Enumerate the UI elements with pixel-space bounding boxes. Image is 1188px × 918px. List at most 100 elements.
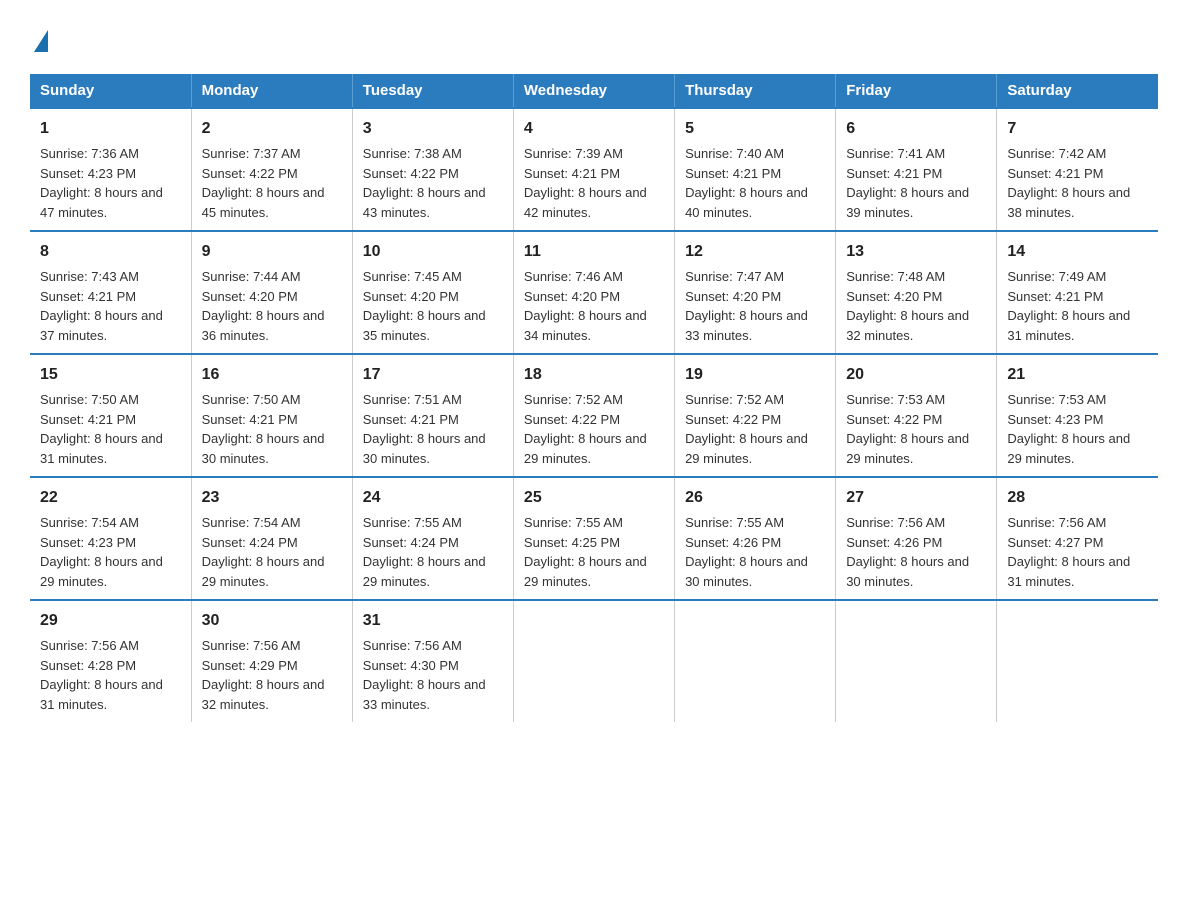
calendar-cell xyxy=(836,600,997,722)
calendar-cell: 1 Sunrise: 7:36 AMSunset: 4:23 PMDayligh… xyxy=(30,108,191,231)
day-info: Sunrise: 7:56 AMSunset: 4:26 PMDaylight:… xyxy=(846,515,969,589)
calendar-cell: 25 Sunrise: 7:55 AMSunset: 4:25 PMDaylig… xyxy=(513,477,674,600)
day-info: Sunrise: 7:52 AMSunset: 4:22 PMDaylight:… xyxy=(524,392,647,466)
day-info: Sunrise: 7:43 AMSunset: 4:21 PMDaylight:… xyxy=(40,269,163,343)
calendar-cell: 18 Sunrise: 7:52 AMSunset: 4:22 PMDaylig… xyxy=(513,354,674,477)
calendar-cell: 26 Sunrise: 7:55 AMSunset: 4:26 PMDaylig… xyxy=(675,477,836,600)
day-info: Sunrise: 7:48 AMSunset: 4:20 PMDaylight:… xyxy=(846,269,969,343)
calendar-cell: 28 Sunrise: 7:56 AMSunset: 4:27 PMDaylig… xyxy=(997,477,1158,600)
header-sunday: Sunday xyxy=(30,74,191,108)
header-friday: Friday xyxy=(836,74,997,108)
day-info: Sunrise: 7:52 AMSunset: 4:22 PMDaylight:… xyxy=(685,392,808,466)
day-info: Sunrise: 7:55 AMSunset: 4:26 PMDaylight:… xyxy=(685,515,808,589)
week-row-5: 29 Sunrise: 7:56 AMSunset: 4:28 PMDaylig… xyxy=(30,600,1158,722)
header-wednesday: Wednesday xyxy=(513,74,674,108)
day-number: 13 xyxy=(846,240,986,264)
calendar-cell: 5 Sunrise: 7:40 AMSunset: 4:21 PMDayligh… xyxy=(675,108,836,231)
calendar-cell xyxy=(675,600,836,722)
day-number: 3 xyxy=(363,117,503,141)
day-info: Sunrise: 7:36 AMSunset: 4:23 PMDaylight:… xyxy=(40,146,163,220)
calendar-cell: 22 Sunrise: 7:54 AMSunset: 4:23 PMDaylig… xyxy=(30,477,191,600)
day-info: Sunrise: 7:54 AMSunset: 4:23 PMDaylight:… xyxy=(40,515,163,589)
week-row-1: 1 Sunrise: 7:36 AMSunset: 4:23 PMDayligh… xyxy=(30,108,1158,231)
calendar-cell: 10 Sunrise: 7:45 AMSunset: 4:20 PMDaylig… xyxy=(352,231,513,354)
calendar-cell: 7 Sunrise: 7:42 AMSunset: 4:21 PMDayligh… xyxy=(997,108,1158,231)
day-info: Sunrise: 7:50 AMSunset: 4:21 PMDaylight:… xyxy=(40,392,163,466)
day-number: 15 xyxy=(40,363,181,387)
calendar-cell: 13 Sunrise: 7:48 AMSunset: 4:20 PMDaylig… xyxy=(836,231,997,354)
calendar-cell: 14 Sunrise: 7:49 AMSunset: 4:21 PMDaylig… xyxy=(997,231,1158,354)
day-number: 27 xyxy=(846,486,986,510)
day-info: Sunrise: 7:51 AMSunset: 4:21 PMDaylight:… xyxy=(363,392,486,466)
calendar-cell: 12 Sunrise: 7:47 AMSunset: 4:20 PMDaylig… xyxy=(675,231,836,354)
calendar-cell: 9 Sunrise: 7:44 AMSunset: 4:20 PMDayligh… xyxy=(191,231,352,354)
header-monday: Monday xyxy=(191,74,352,108)
week-row-3: 15 Sunrise: 7:50 AMSunset: 4:21 PMDaylig… xyxy=(30,354,1158,477)
day-number: 1 xyxy=(40,117,181,141)
header-thursday: Thursday xyxy=(675,74,836,108)
day-info: Sunrise: 7:47 AMSunset: 4:20 PMDaylight:… xyxy=(685,269,808,343)
day-info: Sunrise: 7:44 AMSunset: 4:20 PMDaylight:… xyxy=(202,269,325,343)
day-info: Sunrise: 7:56 AMSunset: 4:28 PMDaylight:… xyxy=(40,638,163,712)
day-info: Sunrise: 7:50 AMSunset: 4:21 PMDaylight:… xyxy=(202,392,325,466)
day-number: 6 xyxy=(846,117,986,141)
calendar-cell xyxy=(997,600,1158,722)
day-number: 10 xyxy=(363,240,503,264)
day-number: 9 xyxy=(202,240,342,264)
header xyxy=(30,20,1158,54)
day-info: Sunrise: 7:56 AMSunset: 4:27 PMDaylight:… xyxy=(1007,515,1130,589)
calendar-cell: 29 Sunrise: 7:56 AMSunset: 4:28 PMDaylig… xyxy=(30,600,191,722)
day-info: Sunrise: 7:53 AMSunset: 4:23 PMDaylight:… xyxy=(1007,392,1130,466)
day-info: Sunrise: 7:38 AMSunset: 4:22 PMDaylight:… xyxy=(363,146,486,220)
calendar-cell: 4 Sunrise: 7:39 AMSunset: 4:21 PMDayligh… xyxy=(513,108,674,231)
day-number: 14 xyxy=(1007,240,1148,264)
day-number: 24 xyxy=(363,486,503,510)
day-number: 22 xyxy=(40,486,181,510)
calendar-cell: 23 Sunrise: 7:54 AMSunset: 4:24 PMDaylig… xyxy=(191,477,352,600)
header-tuesday: Tuesday xyxy=(352,74,513,108)
calendar-cell: 3 Sunrise: 7:38 AMSunset: 4:22 PMDayligh… xyxy=(352,108,513,231)
day-number: 17 xyxy=(363,363,503,387)
day-info: Sunrise: 7:39 AMSunset: 4:21 PMDaylight:… xyxy=(524,146,647,220)
day-number: 4 xyxy=(524,117,664,141)
day-number: 8 xyxy=(40,240,181,264)
day-number: 2 xyxy=(202,117,342,141)
day-number: 23 xyxy=(202,486,342,510)
day-number: 25 xyxy=(524,486,664,510)
day-info: Sunrise: 7:55 AMSunset: 4:24 PMDaylight:… xyxy=(363,515,486,589)
calendar-cell: 15 Sunrise: 7:50 AMSunset: 4:21 PMDaylig… xyxy=(30,354,191,477)
day-number: 12 xyxy=(685,240,825,264)
calendar-cell: 19 Sunrise: 7:52 AMSunset: 4:22 PMDaylig… xyxy=(675,354,836,477)
header-saturday: Saturday xyxy=(997,74,1158,108)
day-number: 18 xyxy=(524,363,664,387)
day-number: 26 xyxy=(685,486,825,510)
day-number: 11 xyxy=(524,240,664,264)
calendar-cell: 17 Sunrise: 7:51 AMSunset: 4:21 PMDaylig… xyxy=(352,354,513,477)
day-number: 31 xyxy=(363,609,503,633)
logo-triangle-icon xyxy=(34,30,48,52)
calendar-cell xyxy=(513,600,674,722)
calendar-cell: 8 Sunrise: 7:43 AMSunset: 4:21 PMDayligh… xyxy=(30,231,191,354)
day-info: Sunrise: 7:42 AMSunset: 4:21 PMDaylight:… xyxy=(1007,146,1130,220)
calendar-cell: 31 Sunrise: 7:56 AMSunset: 4:30 PMDaylig… xyxy=(352,600,513,722)
day-info: Sunrise: 7:55 AMSunset: 4:25 PMDaylight:… xyxy=(524,515,647,589)
calendar-cell: 2 Sunrise: 7:37 AMSunset: 4:22 PMDayligh… xyxy=(191,108,352,231)
day-info: Sunrise: 7:46 AMSunset: 4:20 PMDaylight:… xyxy=(524,269,647,343)
calendar-cell: 16 Sunrise: 7:50 AMSunset: 4:21 PMDaylig… xyxy=(191,354,352,477)
day-number: 30 xyxy=(202,609,342,633)
calendar-cell: 27 Sunrise: 7:56 AMSunset: 4:26 PMDaylig… xyxy=(836,477,997,600)
calendar-table: SundayMondayTuesdayWednesdayThursdayFrid… xyxy=(30,74,1158,722)
calendar-cell: 30 Sunrise: 7:56 AMSunset: 4:29 PMDaylig… xyxy=(191,600,352,722)
calendar-cell: 20 Sunrise: 7:53 AMSunset: 4:22 PMDaylig… xyxy=(836,354,997,477)
day-info: Sunrise: 7:49 AMSunset: 4:21 PMDaylight:… xyxy=(1007,269,1130,343)
day-number: 16 xyxy=(202,363,342,387)
day-info: Sunrise: 7:54 AMSunset: 4:24 PMDaylight:… xyxy=(202,515,325,589)
day-info: Sunrise: 7:37 AMSunset: 4:22 PMDaylight:… xyxy=(202,146,325,220)
day-number: 29 xyxy=(40,609,181,633)
calendar-cell: 6 Sunrise: 7:41 AMSunset: 4:21 PMDayligh… xyxy=(836,108,997,231)
day-info: Sunrise: 7:56 AMSunset: 4:29 PMDaylight:… xyxy=(202,638,325,712)
day-number: 21 xyxy=(1007,363,1148,387)
day-number: 7 xyxy=(1007,117,1148,141)
week-row-2: 8 Sunrise: 7:43 AMSunset: 4:21 PMDayligh… xyxy=(30,231,1158,354)
day-number: 19 xyxy=(685,363,825,387)
